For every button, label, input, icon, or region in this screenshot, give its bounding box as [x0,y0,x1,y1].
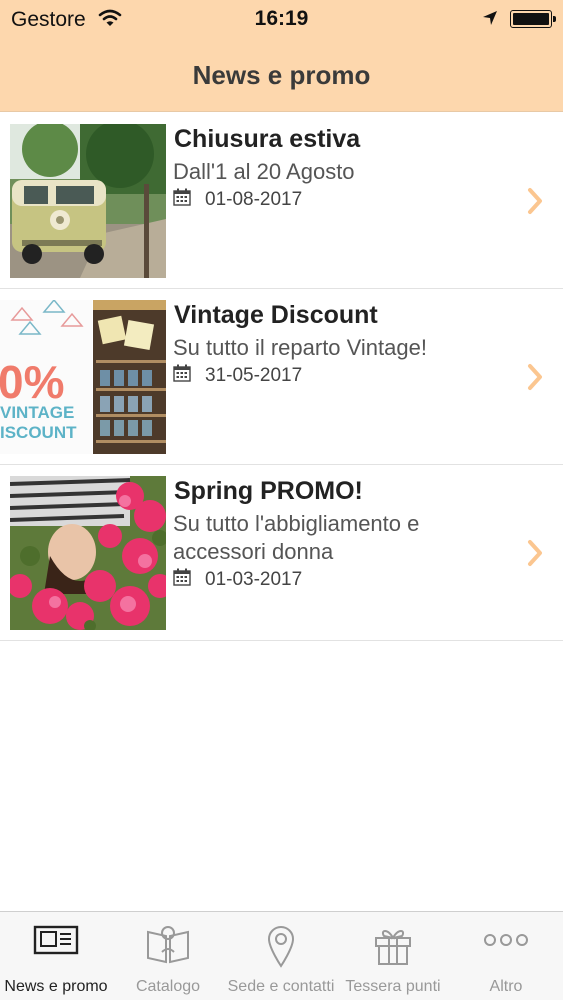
tab-label: Catalogo [135,978,201,995]
tab-bar: News e promo Catalogo Sede e contatti Te… [0,911,563,1000]
news-date-row: 01-03-2017 [173,568,302,591]
news-subtitle: Dall'1 al 20 Agosto [173,159,355,184]
news-title: Chiusura estiva [174,125,361,153]
news-title: Spring PROMO! [174,477,363,505]
news-item-spring-promo[interactable]: Spring PROMO! Su tutto l'abbigliamento e… [0,465,563,641]
news-subtitle: Su tutto l'abbigliamento e accessori don… [173,511,420,564]
clock-label: 16:19 [254,7,309,30]
battery-icon [510,10,556,28]
calendar-icon [173,364,191,387]
chevron-right-icon [526,187,544,220]
tab-sede-e-contatti[interactable]: Sede e contatti [225,912,337,1000]
more-icon [450,932,562,948]
banner-line2: ISCOUNT [0,423,77,442]
news-date: 01-03-2017 [205,568,303,590]
news-date-row: 31-05-2017 [173,364,302,387]
calendar-icon [173,188,191,211]
news-item-vintage-discount[interactable]: 0% VINTAGE ISCOUNT Vintage Discount Su t… [0,289,563,465]
map-pin-icon [225,924,337,968]
status-bar: Gestore 16:19 [0,0,563,40]
news-date: 01-08-2017 [205,188,303,210]
tab-label: Tessera punti [345,978,441,995]
location-arrow-icon [482,10,498,31]
tab-altro[interactable]: Altro [450,912,562,1000]
news-item-chiusura-estiva[interactable]: Chiusura estiva Dall'1 al 20 Agosto 01-0… [0,113,563,289]
tab-news-e-promo[interactable]: News e promo [0,912,112,1000]
tab-catalogo[interactable]: Catalogo [112,912,224,1000]
gift-icon [337,924,449,966]
newspaper-icon [0,924,112,956]
news-subtitle: Su tutto il reparto Vintage! [173,335,427,360]
chevron-right-icon [526,539,544,572]
van-thumbnail [10,124,166,278]
navigation-header: Gestore 16:19 News e promo [0,0,563,112]
tab-tessera-punti[interactable]: Tessera punti [337,912,449,1000]
vintage-thumbnail: 0% VINTAGE ISCOUNT [0,300,166,454]
calendar-icon [173,568,191,591]
tab-label: Altro [489,978,523,995]
chevron-right-icon [526,363,544,396]
banner-line1: VINTAGE [0,403,74,422]
page-title: News e promo [192,60,371,90]
news-list: Chiusura estiva Dall'1 al 20 Agosto 01-0… [0,113,563,641]
news-date: 31-05-2017 [205,364,303,386]
news-title: Vintage Discount [174,301,378,329]
tab-label: Sede e contatti [227,978,335,995]
banner-percent: 0% [0,356,64,408]
tab-label: News e promo [4,978,108,995]
news-date-row: 01-08-2017 [173,188,302,211]
flowers-thumbnail [10,476,166,630]
book-icon [112,924,224,964]
